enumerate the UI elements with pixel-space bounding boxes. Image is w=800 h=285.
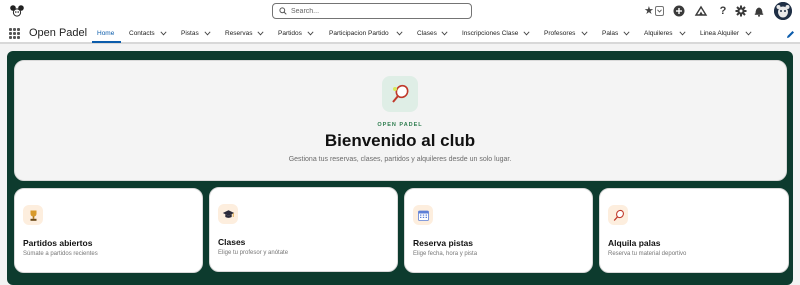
card-title: Partidos abiertos — [23, 238, 93, 248]
nav-item-palas[interactable]: Palas — [602, 30, 618, 42]
help-icon[interactable]: ? — [716, 4, 730, 18]
graduation-cap-icon — [218, 204, 238, 224]
hero-eyebrow: OPEN PADEL — [377, 122, 423, 128]
chevron-down-icon[interactable] — [204, 31, 211, 36]
trophy-icon — [23, 205, 43, 225]
favorites-button[interactable]: ★ — [644, 5, 665, 17]
chevron-down-icon[interactable] — [441, 31, 448, 36]
app-navigation-bar: Open Padel Home Contacts Pistas Reservas… — [0, 22, 800, 44]
padel-racket-icon — [608, 205, 628, 225]
nav-item-alquileres[interactable]: Alquileres — [644, 30, 673, 42]
nav-item-pistas[interactable]: Pistas — [181, 30, 199, 42]
star-icon: ★ — [644, 5, 654, 17]
pencil-icon[interactable] — [786, 30, 795, 39]
nav-item-participacion-partido[interactable]: Participacion Partido — [329, 30, 389, 42]
calendar-icon — [413, 205, 433, 225]
nav-item-linea-alquiler[interactable]: Linea Alquiler — [700, 30, 739, 42]
card-description: Elige fecha, hora y pista — [413, 251, 478, 257]
chevron-down-icon[interactable] — [257, 31, 264, 36]
card-reserva-pistas[interactable]: Reserva pistas Elige fecha, hora y pista — [404, 188, 593, 273]
org-logo-icon[interactable] — [9, 4, 25, 18]
card-alquila-palas[interactable]: Alquila palas Reserva tu material deport… — [599, 188, 789, 273]
search-icon — [279, 7, 287, 15]
search-input[interactable] — [291, 5, 467, 17]
global-search[interactable] — [272, 3, 472, 19]
add-icon[interactable] — [672, 4, 686, 18]
app-name: Open Padel — [29, 27, 88, 39]
nav-item-reservas[interactable]: Reservas — [225, 30, 252, 42]
favorites-dropdown[interactable] — [654, 6, 664, 16]
gear-icon[interactable] — [734, 4, 748, 18]
card-title: Alquila palas — [608, 238, 661, 248]
active-tab-indicator — [92, 41, 121, 43]
hero-subtitle: Gestiona tus reservas, clases, partidos … — [288, 156, 512, 163]
chevron-down-icon[interactable] — [160, 31, 167, 36]
chevron-down-icon[interactable] — [581, 31, 588, 36]
global-header: ★ ? — [0, 0, 800, 22]
chevron-down-icon — [657, 9, 662, 13]
user-avatar-icon — [774, 2, 792, 20]
chevron-down-icon[interactable] — [523, 31, 530, 36]
nav-item-clases[interactable]: Clases — [417, 30, 437, 42]
card-title: Reserva pistas — [413, 238, 474, 248]
nav-item-profesores[interactable]: Profesores — [544, 30, 575, 42]
avatar[interactable] — [774, 2, 792, 20]
hero-title: Bienvenido al club — [324, 131, 476, 150]
trailhead-icon[interactable] — [694, 4, 708, 18]
card-clases[interactable]: Clases Elige tu profesor y anótate — [209, 187, 398, 272]
chevron-down-icon[interactable] — [307, 31, 314, 36]
card-description: Elige tu profesor y anótate — [218, 250, 289, 256]
bell-icon[interactable] — [752, 4, 766, 18]
card-description: Reserva tu material deportivo — [608, 251, 687, 257]
card-partidos-abiertos[interactable]: Partidos abiertos Súmate a partidos reci… — [14, 188, 203, 273]
nav-item-inscripciones-clase[interactable]: Inscripciones Clase — [462, 30, 518, 42]
card-description: Súmate a partidos recientes — [23, 251, 98, 257]
chevron-down-icon[interactable] — [623, 31, 630, 36]
nav-item-contacts[interactable]: Contacts — [129, 30, 155, 42]
app-launcher-icon[interactable] — [9, 28, 20, 39]
card-title: Clases — [218, 237, 246, 247]
padel-racket-icon — [382, 76, 418, 112]
nav-item-partidos[interactable]: Partidos — [278, 30, 302, 42]
chevron-down-icon[interactable] — [745, 31, 752, 36]
chevron-down-icon[interactable] — [679, 31, 686, 36]
chevron-down-icon[interactable] — [396, 31, 403, 36]
